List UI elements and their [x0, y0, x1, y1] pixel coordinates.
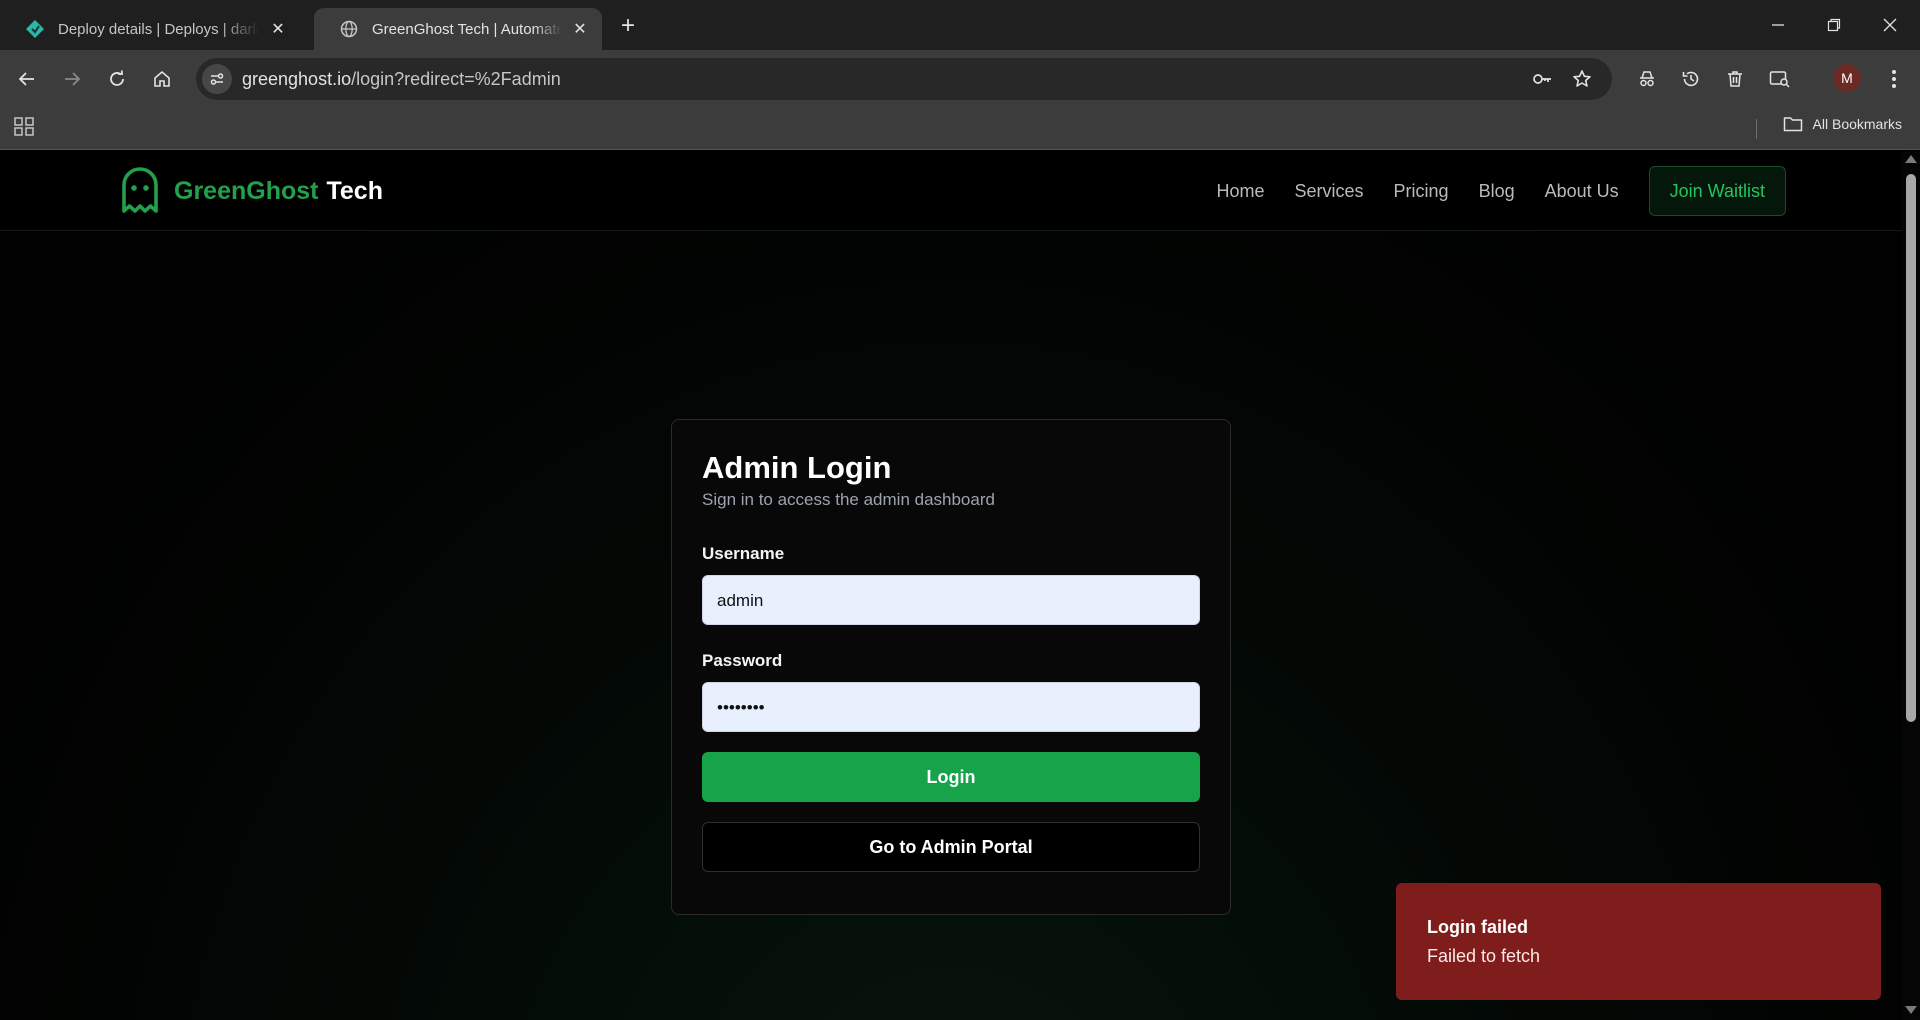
site-info-icon[interactable]: [202, 64, 232, 94]
close-icon[interactable]: ✕: [570, 19, 590, 39]
admin-portal-button[interactable]: Go to Admin Portal: [702, 822, 1200, 872]
bookmarks-divider: [1756, 119, 1757, 139]
home-button[interactable]: [146, 63, 178, 95]
nav-about-us[interactable]: About Us: [1545, 181, 1619, 202]
profile-avatar[interactable]: M: [1833, 64, 1861, 92]
tab-search-icon: [1769, 71, 1790, 88]
password-key-icon[interactable]: [1530, 67, 1554, 91]
clear-data-button[interactable]: [1719, 63, 1751, 95]
folder-icon: [1783, 117, 1802, 132]
url-path: /login?redirect=%2Fadmin: [351, 69, 561, 89]
error-toast: Login failed Failed to fetch: [1396, 883, 1881, 1000]
apps-grid-icon[interactable]: [13, 115, 35, 137]
close-icon: [1883, 18, 1897, 32]
scrollbar-thumb[interactable]: [1906, 174, 1916, 722]
reload-icon: [110, 70, 124, 86]
trash-icon: [1728, 71, 1742, 87]
tab-greenghost[interactable]: GreenGhost Tech | Automated Lead ✕: [314, 8, 602, 50]
site-header: GreenGhost Tech Home Services Pricing Blo…: [0, 151, 1902, 231]
url-text[interactable]: greenghost.io/login?redirect=%2Fadmin: [242, 69, 561, 90]
tab-title: Deploy details | Deploys | darling: [58, 20, 260, 38]
home-icon: [154, 70, 170, 87]
bookmark-star-icon[interactable]: [1570, 67, 1594, 91]
username-label: Username: [702, 544, 785, 563]
url-domain: greenghost.io: [242, 69, 352, 89]
logo-text-white: Tech: [326, 176, 383, 205]
scroll-down-arrow-icon[interactable]: [1905, 1006, 1917, 1014]
site-logo[interactable]: GreenGhost Tech: [120, 167, 383, 215]
netlify-icon: [24, 18, 46, 40]
tab-strip: Deploy details | Deploys | darling ✕ Gre…: [0, 0, 1920, 50]
join-waitlist-button[interactable]: Join Waitlist: [1648, 166, 1786, 216]
password-input[interactable]: ••••••••: [702, 682, 1200, 732]
address-bar[interactable]: greenghost.io/login?redirect=%2Fadmin: [196, 58, 1612, 100]
menu-button[interactable]: [1878, 63, 1910, 95]
nav-services[interactable]: Services: [1295, 181, 1364, 202]
tab-deploy-details[interactable]: Deploy details | Deploys | darling ✕: [0, 8, 300, 50]
back-button[interactable]: [11, 63, 43, 95]
new-tab-button[interactable]: +: [614, 12, 642, 40]
nav-home[interactable]: Home: [1216, 181, 1264, 202]
admin-login-card: Admin Login Sign in to access the admin …: [671, 419, 1231, 915]
reload-button[interactable]: [101, 63, 133, 95]
minimize-button[interactable]: [1750, 0, 1806, 50]
nav-blog[interactable]: Blog: [1479, 181, 1515, 202]
restore-button[interactable]: [1806, 0, 1862, 50]
forward-arrow-icon: [65, 72, 81, 86]
back-arrow-icon: [18, 72, 34, 86]
close-window-button[interactable]: [1862, 0, 1918, 50]
all-bookmarks-button[interactable]: All Bookmarks: [1783, 116, 1902, 132]
toast-message: Failed to fetch: [1427, 946, 1541, 966]
scroll-up-arrow-icon[interactable]: [1905, 155, 1917, 163]
page-viewport: GreenGhost Tech Home Services Pricing Blo…: [0, 151, 1902, 1020]
main-nav: Home Services Pricing Blog About Us Join…: [1216, 151, 1902, 231]
history-icon: [1682, 71, 1699, 87]
username-input[interactable]: admin: [702, 575, 1200, 625]
browser-toolbar: greenghost.io/login?redirect=%2Fadmin M: [0, 50, 1920, 139]
history-button[interactable]: [1675, 63, 1707, 95]
nav-pricing[interactable]: Pricing: [1394, 181, 1449, 202]
toast-title: Login failed: [1427, 917, 1528, 937]
minimize-icon: [1772, 24, 1784, 26]
restore-icon: [1827, 18, 1841, 32]
tab-title: GreenGhost Tech | Automated Lead: [372, 20, 562, 38]
all-bookmarks-label: All Bookmarks: [1812, 116, 1902, 132]
ghost-logo-icon: [122, 167, 158, 213]
page-title: Admin Login: [702, 450, 892, 485]
more-vert-icon: [1892, 70, 1896, 88]
logo-text-green: GreenGhost: [174, 176, 319, 205]
extensions-button[interactable]: [1631, 63, 1663, 95]
globe-icon: [338, 18, 360, 40]
login-button[interactable]: Login: [702, 752, 1200, 802]
password-label: Password: [702, 651, 783, 670]
page-subtitle: Sign in to access the admin dashboard: [702, 490, 995, 509]
forward-button[interactable]: [56, 63, 88, 95]
bookmarks-bar: [0, 108, 1920, 150]
search-tabs-button[interactable]: [1764, 63, 1796, 95]
close-icon[interactable]: ✕: [268, 19, 288, 39]
incognito-icon: [1640, 71, 1654, 87]
